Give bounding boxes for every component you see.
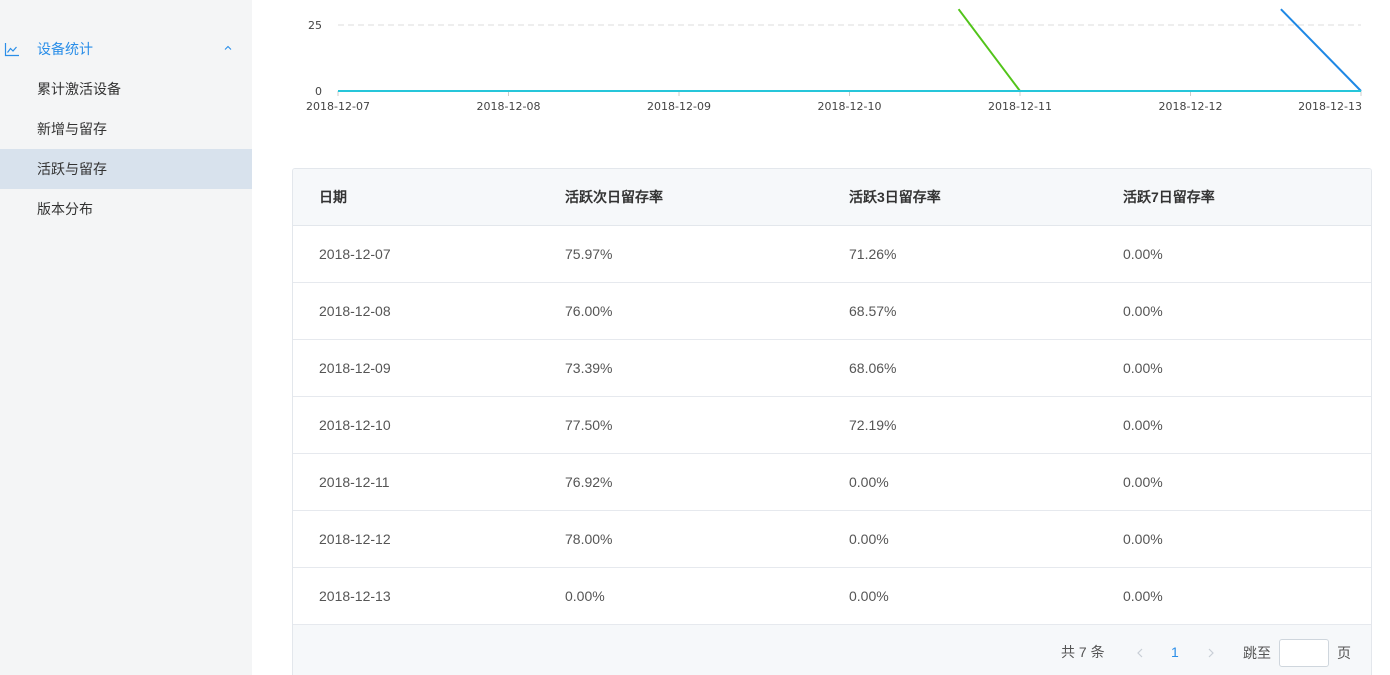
cell-next-day-retention: 77.50% — [565, 417, 613, 433]
cell-next-day-retention: 73.39% — [565, 360, 613, 376]
table-row: 2018-12-11 76.92% 0.00% 0.00% — [293, 454, 1371, 511]
column-header-3day-retention: 活跃3日留存率 — [849, 189, 941, 205]
cell-date: 2018-12-12 — [319, 531, 391, 547]
line-chart-icon — [4, 43, 19, 57]
cell-7day-retention: 0.00% — [1123, 417, 1163, 433]
chevron-right-icon[interactable] — [1206, 647, 1216, 659]
x-tick-label: 2018-12-09 — [647, 100, 711, 113]
cell-3day-retention: 0.00% — [849, 588, 889, 604]
pagination-page-1[interactable]: 1 — [1171, 643, 1179, 661]
sidebar-item-version-distribution[interactable]: 版本分布 — [0, 189, 252, 229]
cell-date: 2018-12-08 — [319, 303, 391, 319]
cell-3day-retention: 0.00% — [849, 474, 889, 490]
y-tick-label: 25 — [308, 19, 322, 32]
table-pagination: 共 7 条 1 跳至 页 — [293, 625, 1371, 675]
chart-svg: 0 25 2018-12-07 2018-12-08 2018-12-09 2018-12… — [306, 8, 1362, 113]
sidebar-item-label: 新增与留存 — [37, 121, 107, 137]
chevron-left-icon[interactable] — [1135, 647, 1145, 659]
series-line-0 — [957, 8, 1361, 92]
table-row: 2018-12-07 75.97% 71.26% 0.00% — [293, 226, 1371, 283]
sidebar-item-label: 活跃与留存 — [37, 161, 107, 177]
cell-7day-retention: 0.00% — [1123, 303, 1163, 319]
retention-table: 日期 活跃次日留存率 活跃3日留存率 活跃7日留存率 2018-12-07 75… — [292, 168, 1372, 675]
sidebar-item-new-retention[interactable]: 新增与留存 — [0, 109, 252, 149]
cell-date: 2018-12-10 — [319, 417, 391, 433]
table-row: 2018-12-10 77.50% 72.19% 0.00% — [293, 397, 1371, 454]
table-row: 2018-12-09 73.39% 68.06% 0.00% — [293, 340, 1371, 397]
cell-next-day-retention: 76.92% — [565, 474, 613, 490]
cell-next-day-retention: 0.00% — [565, 588, 605, 604]
pagination-jump-input[interactable] — [1279, 639, 1329, 667]
cell-3day-retention: 72.19% — [849, 417, 897, 433]
x-tick-label: 2018-12-08 — [477, 100, 541, 113]
cell-7day-retention: 0.00% — [1123, 360, 1163, 376]
x-tick-label: 2018-12-10 — [818, 100, 882, 113]
cell-date: 2018-12-07 — [319, 246, 391, 262]
column-header-next-day-retention: 活跃次日留存率 — [565, 189, 663, 205]
chevron-up-icon[interactable] — [222, 42, 234, 54]
sidebar-item-active-retention[interactable]: 活跃与留存 — [0, 149, 252, 189]
cell-3day-retention: 68.06% — [849, 360, 897, 376]
x-tick-label: 2018-12-11 — [988, 100, 1052, 113]
cell-7day-retention: 0.00% — [1123, 588, 1163, 604]
pagination-jump-label: 跳至 — [1243, 645, 1271, 661]
cell-date: 2018-12-13 — [319, 588, 391, 604]
table-row: 2018-12-13 0.00% 0.00% 0.00% — [293, 568, 1371, 625]
y-tick-label: 0 — [315, 85, 322, 98]
cell-7day-retention: 0.00% — [1123, 474, 1163, 490]
table-header: 日期 活跃次日留存率 活跃3日留存率 活跃7日留存率 — [293, 169, 1371, 226]
retention-line-chart: 0 25 2018-12-07 2018-12-08 2018-12-09 2018-12… — [292, 0, 1372, 130]
cell-3day-retention: 71.26% — [849, 246, 897, 262]
cell-7day-retention: 0.00% — [1123, 531, 1163, 547]
sidebar-group-device-stats[interactable]: 设备统计 — [0, 29, 252, 69]
sidebar-group-label: 设备统计 — [37, 41, 93, 57]
cell-7day-retention: 0.00% — [1123, 246, 1163, 262]
cell-next-day-retention: 76.00% — [565, 303, 613, 319]
pagination-page-unit: 页 — [1337, 645, 1351, 661]
sidebar-item-label: 累计激活设备 — [37, 81, 121, 97]
cell-date: 2018-12-09 — [319, 360, 391, 376]
x-tick-label: 2018-12-07 — [306, 100, 370, 113]
cell-3day-retention: 68.57% — [849, 303, 897, 319]
cell-date: 2018-12-11 — [319, 474, 390, 490]
sidebar-item-cumulative-activated[interactable]: 累计激活设备 — [0, 69, 252, 109]
cell-next-day-retention: 75.97% — [565, 246, 613, 262]
sidebar: 设备统计 累计激活设备 新增与留存 活跃与留存 版本分布 — [0, 0, 252, 675]
column-header-date: 日期 — [319, 189, 347, 205]
cell-3day-retention: 0.00% — [849, 531, 889, 547]
column-header-7day-retention: 活跃7日留存率 — [1123, 189, 1215, 205]
table-row: 2018-12-12 78.00% 0.00% 0.00% — [293, 511, 1371, 568]
x-tick-label: 2018-12-12 — [1159, 100, 1223, 113]
x-tick-label: 2018-12-13 — [1298, 100, 1362, 113]
table-row: 2018-12-08 76.00% 68.57% 0.00% — [293, 283, 1371, 340]
pagination-total: 共 7 条 — [1061, 644, 1105, 660]
series-line-1 — [1280, 8, 1362, 92]
cell-next-day-retention: 78.00% — [565, 531, 613, 547]
app-root: 设备统计 累计激活设备 新增与留存 活跃与留存 版本分布 0 25 2018-12-… — [0, 0, 1390, 675]
sidebar-item-label: 版本分布 — [37, 201, 93, 217]
